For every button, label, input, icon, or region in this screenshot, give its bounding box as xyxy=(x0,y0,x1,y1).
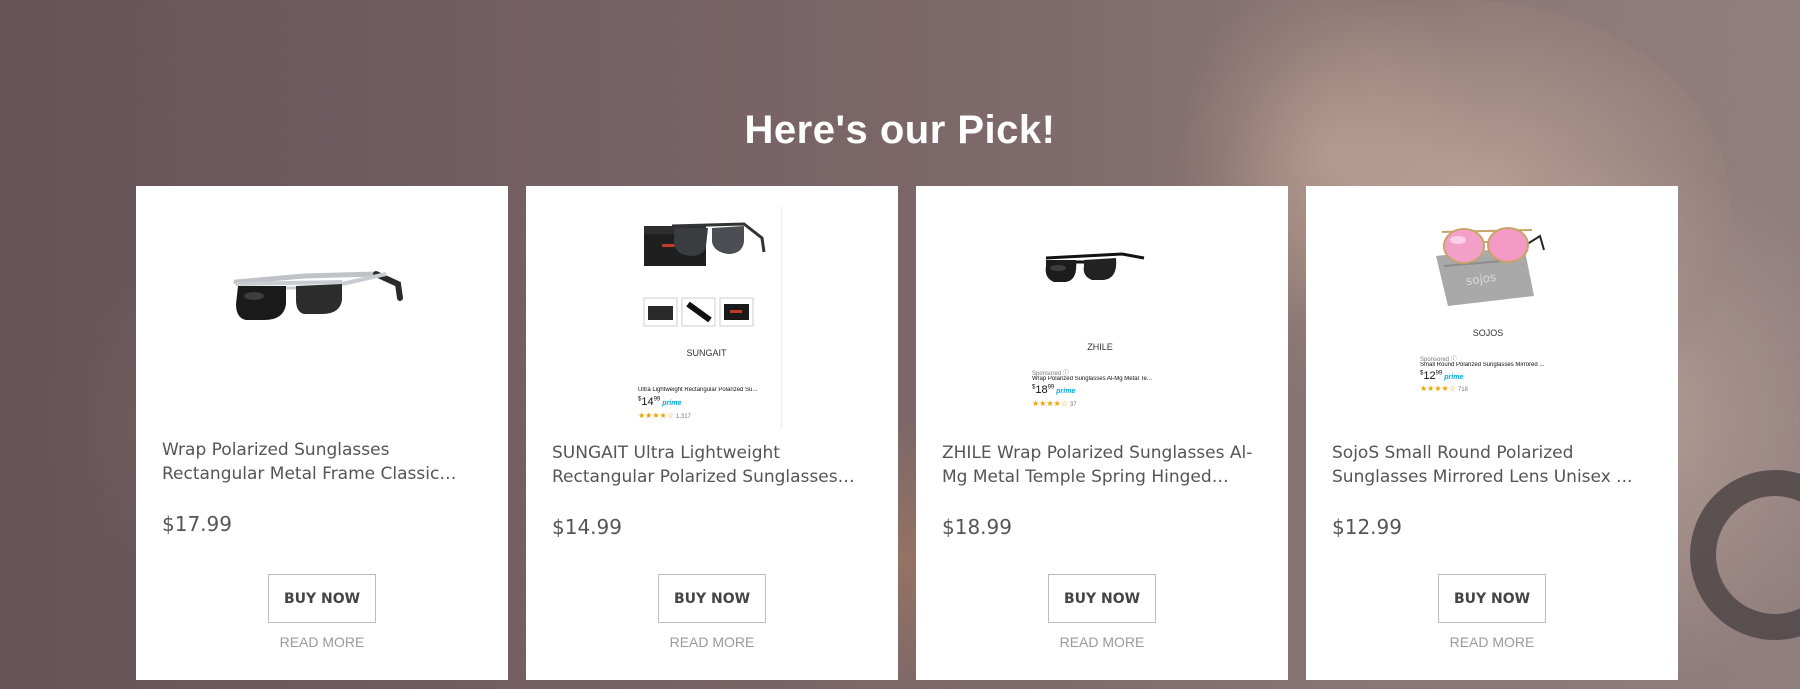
listing-price: $1499prime xyxy=(638,396,682,408)
listing-brand: SUNGAIT xyxy=(686,348,727,358)
prime-icon: prime xyxy=(1444,374,1464,381)
listing-price: $1899prime xyxy=(1032,384,1076,396)
section-heading: Here's our Pick! xyxy=(744,108,1056,152)
product-title[interactable]: ZHILE Wrap Polarized Sunglasses Al-Mg Me… xyxy=(942,441,1264,489)
listing-rating: ★★★★☆ 37 xyxy=(1032,399,1077,408)
listing-rating: ★★★★☆ 718 xyxy=(1420,384,1468,393)
listing-thumbnail: SUNGAIT Ultra Lightweight Rectangular Po… xyxy=(632,206,782,428)
prime-icon: prime xyxy=(662,400,682,407)
product-image[interactable]: sojos SOJOS Sponsored ⓘ Small Round Pola… xyxy=(1306,186,1678,436)
buy-now-button[interactable]: BUY NOW xyxy=(268,574,376,623)
buy-now-button[interactable]: BUY NOW xyxy=(658,574,766,623)
product-image[interactable] xyxy=(136,186,508,436)
listing-brand: SOJOS xyxy=(1472,328,1504,338)
listing-title: Wrap Polarized Sunglasses Al-Mg Metal Te… xyxy=(1032,376,1152,382)
buy-now-button[interactable]: BUY NOW xyxy=(1048,574,1156,623)
listing-price: $1299prime xyxy=(1420,370,1464,382)
product-title[interactable]: SUNGAIT Ultra Lightweight Rectangular Po… xyxy=(552,441,874,489)
product-price: $12.99 xyxy=(1332,515,1402,539)
listing-thumbnail: ZHILE Sponsored ⓘ Wrap Polarized Sunglas… xyxy=(1026,222,1174,428)
product-price: $17.99 xyxy=(162,512,232,536)
product-card: SUNGAIT Ultra Lightweight Rectangular Po… xyxy=(526,186,898,680)
product-price: $14.99 xyxy=(552,515,622,539)
read-more-link[interactable]: READ MORE xyxy=(1306,634,1678,650)
buy-now-button[interactable]: BUY NOW xyxy=(1438,574,1546,623)
product-title[interactable]: SojoS Small Round Polarized Sunglasses M… xyxy=(1332,441,1654,489)
product-price: $18.99 xyxy=(942,515,1012,539)
product-image[interactable]: SUNGAIT Ultra Lightweight Rectangular Po… xyxy=(526,186,898,436)
product-image[interactable]: ZHILE Sponsored ⓘ Wrap Polarized Sunglas… xyxy=(916,186,1288,436)
prime-icon: prime xyxy=(1056,388,1076,395)
product-card: ZHILE Sponsored ⓘ Wrap Polarized Sunglas… xyxy=(916,186,1288,680)
read-more-link[interactable]: READ MORE xyxy=(526,634,898,650)
listing-title: Ultra Lightweight Rectangular Polarized … xyxy=(638,387,758,393)
product-title[interactable]: Wrap Polarized Sunglasses Rectangular Me… xyxy=(162,438,484,486)
read-more-link[interactable]: READ MORE xyxy=(916,634,1288,650)
product-grid: Wrap Polarized Sunglasses Rectangular Me… xyxy=(136,186,1678,680)
listing-title: Small Round Polarized Sunglasses Mirrore… xyxy=(1420,362,1545,368)
listing-brand: ZHILE xyxy=(1087,342,1113,352)
read-more-link[interactable]: READ MORE xyxy=(136,634,508,650)
listing-rating: ★★★★☆ 1,317 xyxy=(638,411,691,420)
product-card: sojos SOJOS Sponsored ⓘ Small Round Pola… xyxy=(1306,186,1678,680)
product-card: Wrap Polarized Sunglasses Rectangular Me… xyxy=(136,186,508,680)
listing-thumbnail: sojos SOJOS Sponsored ⓘ Small Round Pola… xyxy=(1414,206,1562,406)
